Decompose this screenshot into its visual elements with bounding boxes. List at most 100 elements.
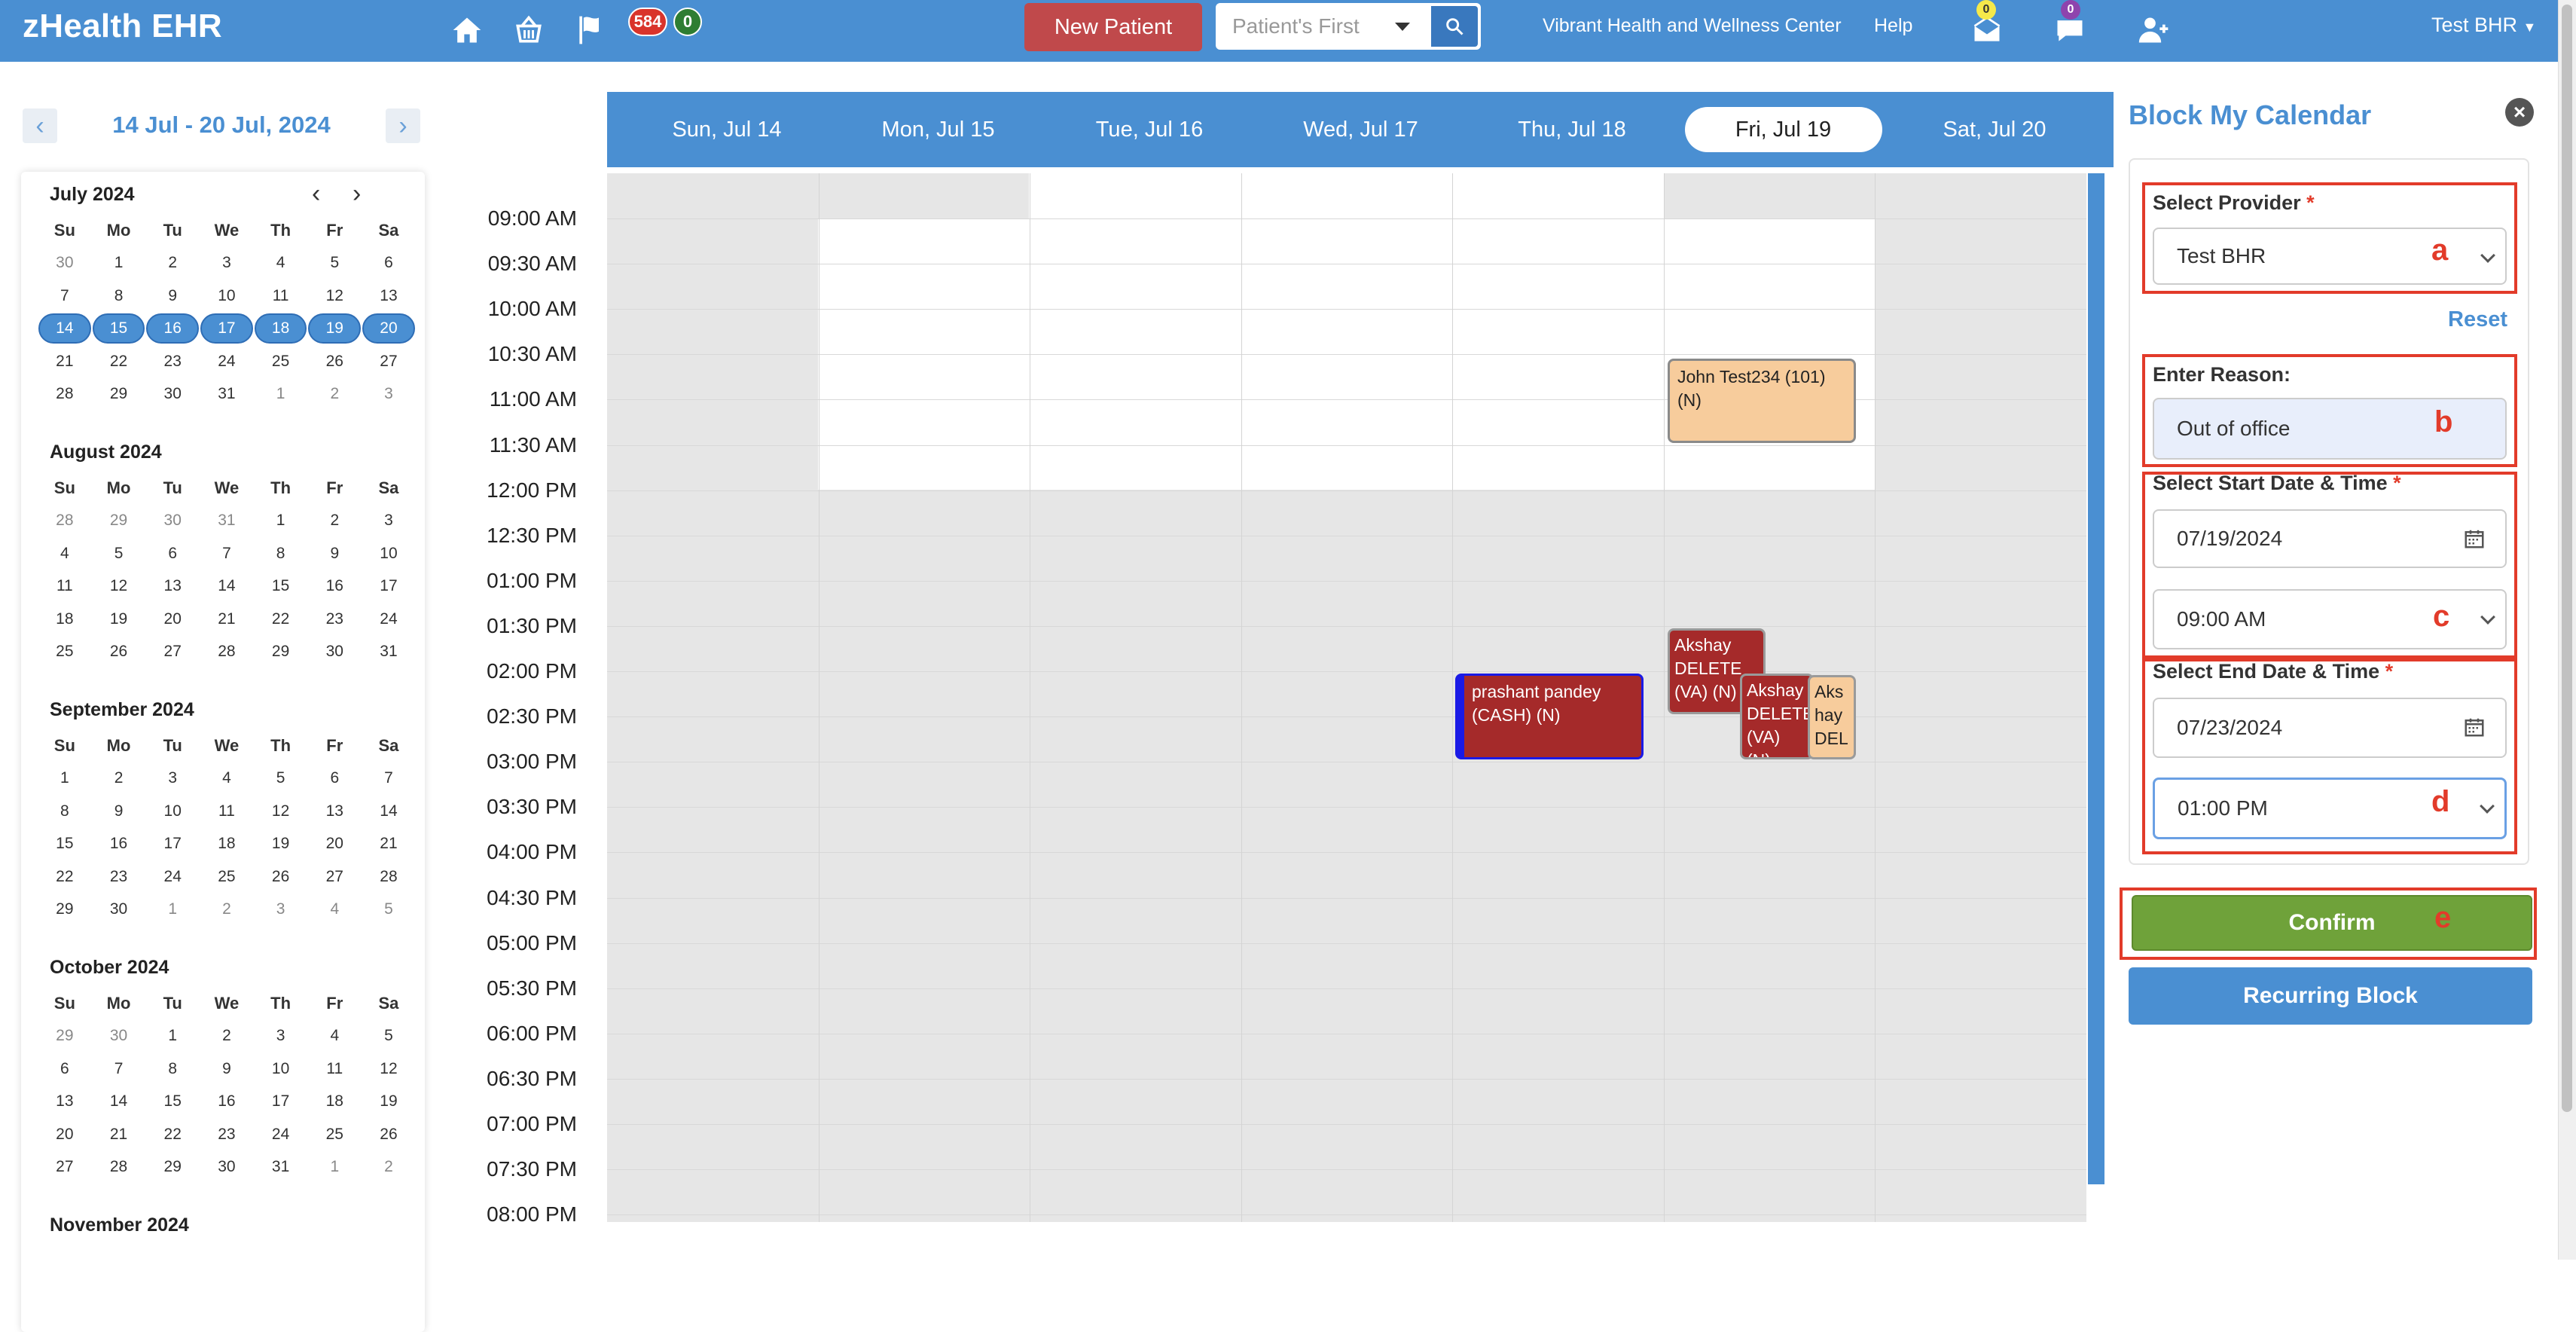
- calendar-day[interactable]: 19: [254, 835, 308, 853]
- calendar-day[interactable]: 2: [200, 1027, 254, 1045]
- appointment[interactable]: Akshay DELETE (VA) (N): [1740, 674, 1814, 759]
- day-header[interactable]: Mon, Jul 15: [840, 107, 1037, 152]
- day-header[interactable]: Sat, Jul 20: [1896, 107, 2093, 152]
- calendar-day[interactable]: 19: [362, 1092, 416, 1111]
- calendar-grid[interactable]: [607, 173, 2086, 1222]
- calendar-day[interactable]: 5: [254, 769, 308, 787]
- badge-red[interactable]: 584: [628, 8, 667, 36]
- user-menu[interactable]: Test BHR ▼: [2431, 14, 2536, 37]
- calendar-day[interactable]: 15: [92, 313, 145, 344]
- calendar-day[interactable]: 29: [38, 1027, 92, 1045]
- calendar-day[interactable]: 3: [254, 1027, 308, 1045]
- search-button[interactable]: [1431, 6, 1478, 47]
- calendar-day[interactable]: 29: [254, 643, 308, 661]
- calendar-day[interactable]: 31: [200, 385, 254, 403]
- calendar-day[interactable]: 10: [362, 545, 416, 563]
- new-patient-button[interactable]: New Patient: [1024, 3, 1202, 51]
- prev-month-icon[interactable]: ‹: [312, 179, 320, 209]
- calendar-day[interactable]: 29: [145, 1158, 200, 1176]
- calendar-day[interactable]: 8: [92, 287, 146, 305]
- add-user-icon[interactable]: [2133, 11, 2175, 50]
- calendar-day[interactable]: 23: [92, 868, 146, 886]
- calendar-day[interactable]: 11: [38, 577, 92, 595]
- calendar-day[interactable]: 19: [308, 313, 362, 344]
- calendar-day[interactable]: 4: [38, 545, 92, 563]
- calendar-day[interactable]: 30: [145, 512, 200, 530]
- appointment[interactable]: John Test234 (101) (N): [1668, 359, 1856, 443]
- end-date-input[interactable]: 07/23/2024: [2153, 698, 2507, 758]
- calendar-day[interactable]: 1: [38, 769, 92, 787]
- basket-icon[interactable]: [508, 11, 550, 50]
- calendar-day[interactable]: 2: [307, 512, 362, 530]
- facility-link[interactable]: Vibrant Health and Wellness Center: [1543, 15, 1842, 37]
- calendar-day[interactable]: 8: [254, 545, 308, 563]
- next-month-icon[interactable]: ›: [353, 179, 361, 209]
- calendar-day[interactable]: 24: [200, 353, 254, 371]
- calendar-day[interactable]: 7: [92, 1060, 146, 1078]
- calendar-day[interactable]: 30: [307, 643, 362, 661]
- calendar-day[interactable]: 3: [254, 900, 308, 918]
- reason-input[interactable]: Out of office: [2153, 398, 2507, 460]
- search-type-dropdown-icon[interactable]: [1395, 22, 1410, 31]
- calendar-day[interactable]: 27: [362, 353, 416, 371]
- calendar-day[interactable]: 28: [38, 385, 92, 403]
- calendar-day[interactable]: 2: [307, 385, 362, 403]
- calendar-day[interactable]: 1: [307, 1158, 362, 1176]
- recurring-block-button[interactable]: Recurring Block: [2129, 967, 2532, 1025]
- calendar-day[interactable]: 26: [254, 868, 308, 886]
- calendar-day[interactable]: 8: [38, 802, 92, 820]
- calendar-day[interactable]: 22: [92, 353, 146, 371]
- calendar-day[interactable]: 2: [362, 1158, 416, 1176]
- calendar-day[interactable]: 24: [254, 1126, 308, 1144]
- next-week-button[interactable]: ›: [386, 108, 420, 143]
- calendar-day[interactable]: 22: [38, 868, 92, 886]
- calendar-day[interactable]: 16: [307, 577, 362, 595]
- calendar-day[interactable]: 3: [145, 769, 200, 787]
- calendar-day[interactable]: 15: [38, 835, 92, 853]
- calendar-day[interactable]: 6: [362, 254, 416, 272]
- calendar-day[interactable]: 4: [307, 1027, 362, 1045]
- calendar-scroll-indicator[interactable]: [2088, 173, 2104, 1184]
- calendar-day[interactable]: 27: [145, 643, 200, 661]
- scrollbar-thumb[interactable]: [2562, 5, 2572, 1112]
- flag-icon[interactable]: [569, 11, 612, 50]
- calendar-day[interactable]: 31: [200, 512, 254, 530]
- calendar-day[interactable]: 27: [38, 1158, 92, 1176]
- calendar-day[interactable]: 9: [200, 1060, 254, 1078]
- home-icon[interactable]: [446, 11, 488, 50]
- calendar-day[interactable]: 20: [362, 313, 415, 344]
- calendar-day[interactable]: 6: [307, 769, 362, 787]
- calendar-day[interactable]: 2: [92, 769, 146, 787]
- calendar-day[interactable]: 18: [307, 1092, 362, 1111]
- calendar-day[interactable]: 11: [200, 802, 254, 820]
- calendar-day[interactable]: 13: [145, 577, 200, 595]
- calendar-day[interactable]: 1: [145, 900, 200, 918]
- calendar-day[interactable]: 30: [92, 1027, 146, 1045]
- calendar-day[interactable]: 5: [362, 1027, 416, 1045]
- calendar-day[interactable]: 4: [200, 769, 254, 787]
- calendar-day[interactable]: 18: [38, 610, 92, 628]
- app-logo[interactable]: zHealth EHR: [23, 8, 222, 45]
- calendar-day[interactable]: 9: [145, 287, 200, 305]
- calendar-day[interactable]: 12: [254, 802, 308, 820]
- calendar-day[interactable]: 3: [362, 512, 416, 530]
- close-icon[interactable]: ×: [2505, 98, 2534, 127]
- calendar-day[interactable]: 26: [362, 1126, 416, 1144]
- calendar-day[interactable]: 30: [92, 900, 146, 918]
- calendar-day[interactable]: 20: [145, 610, 200, 628]
- calendar-day[interactable]: 8: [145, 1060, 200, 1078]
- confirm-button[interactable]: Confirm: [2132, 895, 2532, 951]
- calendar-day[interactable]: 23: [145, 353, 200, 371]
- day-header[interactable]: Wed, Jul 17: [1262, 107, 1460, 152]
- calendar-day[interactable]: 13: [362, 287, 416, 305]
- calendar-day[interactable]: 23: [200, 1126, 254, 1144]
- available-slot[interactable]: [1029, 173, 1665, 490]
- calendar-day[interactable]: 25: [254, 353, 308, 371]
- calendar-day[interactable]: 17: [200, 313, 253, 344]
- calendar-day[interactable]: 10: [145, 802, 200, 820]
- calendar-day[interactable]: 7: [200, 545, 254, 563]
- calendar-day[interactable]: 21: [38, 353, 92, 371]
- calendar-day[interactable]: 24: [145, 868, 200, 886]
- calendar-day[interactable]: 14: [362, 802, 416, 820]
- day-header[interactable]: Fri, Jul 19: [1684, 107, 1882, 152]
